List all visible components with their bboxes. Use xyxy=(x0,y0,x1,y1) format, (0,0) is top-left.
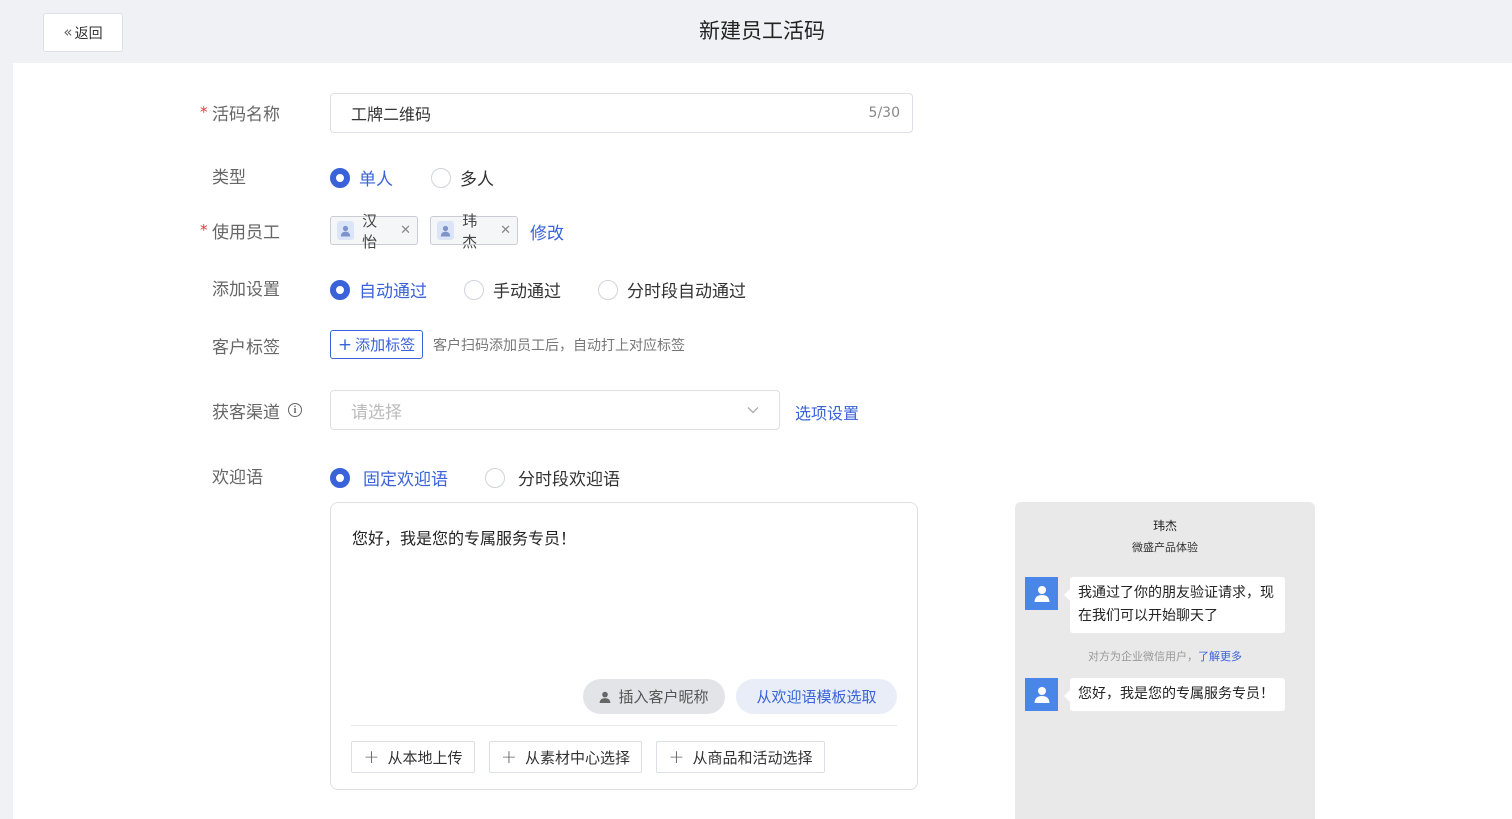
system-note: 对方为企业微信用户，了解更多 xyxy=(1015,648,1315,664)
chip-remove-icon[interactable]: ✕ xyxy=(400,223,411,238)
customer-tags-label-text: 客户标签 xyxy=(212,337,280,358)
add-setting-radio-timed[interactable]: 分时段自动通过 xyxy=(598,277,746,302)
user-icon xyxy=(600,691,611,703)
upload-button-label: 从本地上传 xyxy=(387,748,463,767)
material-center-button[interactable]: + 从素材中心选择 xyxy=(489,741,642,773)
back-button[interactable]: « 返回 xyxy=(43,13,123,52)
type-option-label: 单人 xyxy=(359,170,393,190)
name-input-value: 工牌二维码 xyxy=(351,105,432,124)
welcome-radio-timed[interactable]: 分时段欢迎语 xyxy=(485,465,620,490)
info-icon[interactable]: i xyxy=(288,403,302,417)
radio-unchecked-icon xyxy=(431,167,451,188)
radio-unchecked-icon xyxy=(598,279,618,300)
page-title: 新建员工活码 xyxy=(699,19,825,43)
radio-checked-icon xyxy=(330,167,350,188)
welcome-option-label: 固定欢迎语 xyxy=(363,470,448,490)
type-radio-single[interactable]: 单人 xyxy=(330,165,393,190)
staff-chip: 玮杰 ✕ xyxy=(430,212,518,251)
radio-unchecked-icon xyxy=(464,279,484,300)
welcome-option-label: 分时段欢迎语 xyxy=(518,470,620,490)
preview-contact-name: 玮杰 xyxy=(1152,519,1177,533)
add-setting-label: 添加设置 xyxy=(200,275,310,300)
upload-local-button[interactable]: + 从本地上传 xyxy=(351,741,475,773)
welcome-editor[interactable]: 您好，我是您的专属服务专员！ 插入客户昵称 从欢迎语模板选取 + 从本地上传 +… xyxy=(330,502,918,790)
welcome-label: 欢迎语 xyxy=(200,463,310,488)
plus-icon: + xyxy=(668,746,685,768)
channel-select-placeholder: 请选择 xyxy=(351,402,402,423)
user-avatar-icon xyxy=(437,221,455,240)
name-char-counter: 5/30 xyxy=(868,105,900,121)
type-label-text: 类型 xyxy=(212,167,246,188)
staff-label-text: 使用员工 xyxy=(212,222,280,243)
type-radio-multi[interactable]: 多人 xyxy=(431,165,494,190)
learn-more-link[interactable]: 了解更多 xyxy=(1198,650,1242,663)
channel-label-text: 获客渠道 xyxy=(212,402,280,423)
add-setting-radio-group: 自动通过 手动通过 分时段自动通过 xyxy=(330,277,746,302)
add-setting-radio-auto[interactable]: 自动通过 xyxy=(330,277,427,302)
chevron-down-icon xyxy=(747,407,759,414)
customer-tags-hint: 客户扫码添加员工后，自动打上对应标签 xyxy=(433,338,685,354)
chip-remove-icon[interactable]: ✕ xyxy=(500,223,511,238)
plus-icon: + xyxy=(337,334,353,355)
channel-settings-link[interactable]: 选项设置 xyxy=(795,400,859,424)
channel-label: 获客渠道 i xyxy=(200,398,310,423)
welcome-label-text: 欢迎语 xyxy=(212,467,263,488)
add-setting-option-label: 分时段自动通过 xyxy=(627,282,746,302)
editor-divider xyxy=(351,725,897,726)
insert-nickname-button[interactable]: 插入客户昵称 xyxy=(583,679,725,714)
back-button-label: 返回 xyxy=(74,25,103,42)
plus-icon: + xyxy=(501,746,517,768)
user-avatar-icon xyxy=(337,221,355,240)
user-icon xyxy=(1034,586,1049,602)
type-label: 类型 xyxy=(200,163,310,188)
upload-button-label: 从素材中心选择 xyxy=(524,748,630,767)
from-template-button[interactable]: 从欢迎语模板选取 xyxy=(736,679,897,714)
type-radio-group: 单人 多人 xyxy=(330,165,494,190)
user-icon xyxy=(1034,687,1049,703)
customer-tags-label: 客户标签 xyxy=(200,333,310,358)
add-tag-button[interactable]: + 添加标签 xyxy=(330,330,423,359)
type-option-label: 多人 xyxy=(460,170,494,190)
staff-chip: 汉怡 ✕ xyxy=(330,212,418,251)
channel-select[interactable]: 请选择 xyxy=(330,390,780,430)
staff-chip-label: 汉怡 xyxy=(362,211,378,251)
system-note-text: 对方为企业微信用户， xyxy=(1088,650,1198,663)
add-setting-radio-manual[interactable]: 手动通过 xyxy=(464,277,561,302)
welcome-radio-fixed[interactable]: 固定欢迎语 xyxy=(330,465,448,490)
radio-unchecked-icon xyxy=(485,467,505,488)
add-tag-button-label: 添加标签 xyxy=(355,336,416,354)
from-template-label: 从欢迎语模板选取 xyxy=(756,688,877,706)
add-setting-option-label: 手动通过 xyxy=(493,282,561,302)
staff-label: * 使用员工 xyxy=(200,218,310,243)
name-label: * 活码名称 xyxy=(200,100,310,125)
required-mark: * xyxy=(200,103,208,121)
name-input[interactable]: 工牌二维码 5/30 xyxy=(330,93,913,133)
avatar xyxy=(1025,678,1058,711)
products-activities-button[interactable]: + 从商品和活动选择 xyxy=(656,741,825,773)
welcome-radio-group: 固定欢迎语 分时段欢迎语 xyxy=(330,465,620,490)
chat-bubble: 我通过了你的朋友验证请求，现在我们可以开始聊天了 xyxy=(1064,577,1285,633)
preview-corp-name: 微盛产品体验 xyxy=(1132,541,1198,554)
staff-chip-label: 玮杰 xyxy=(462,211,478,251)
double-chevron-left-icon: « xyxy=(63,23,73,41)
modify-staff-link[interactable]: 修改 xyxy=(530,219,564,244)
upload-button-label: 从商品和活动选择 xyxy=(692,748,813,767)
radio-checked-icon xyxy=(330,279,350,300)
chat-preview: 玮杰 微盛产品体验 我通过了你的朋友验证请求，现在我们可以开始聊天了 对方为企业… xyxy=(1015,502,1315,819)
add-setting-option-label: 自动通过 xyxy=(359,282,427,302)
avatar xyxy=(1025,577,1058,610)
radio-checked-icon xyxy=(330,467,350,488)
chat-bubble: 您好，我是您的专属服务专员！ xyxy=(1064,678,1285,711)
plus-icon: + xyxy=(363,746,380,768)
welcome-text[interactable]: 您好，我是您的专属服务专员！ xyxy=(352,525,576,549)
header-bar: « 返回 新建员工活码 xyxy=(0,0,1512,63)
name-label-text: 活码名称 xyxy=(212,104,280,125)
required-mark: * xyxy=(200,221,208,239)
insert-nickname-label: 插入客户昵称 xyxy=(618,688,709,706)
add-setting-label-text: 添加设置 xyxy=(212,279,280,300)
